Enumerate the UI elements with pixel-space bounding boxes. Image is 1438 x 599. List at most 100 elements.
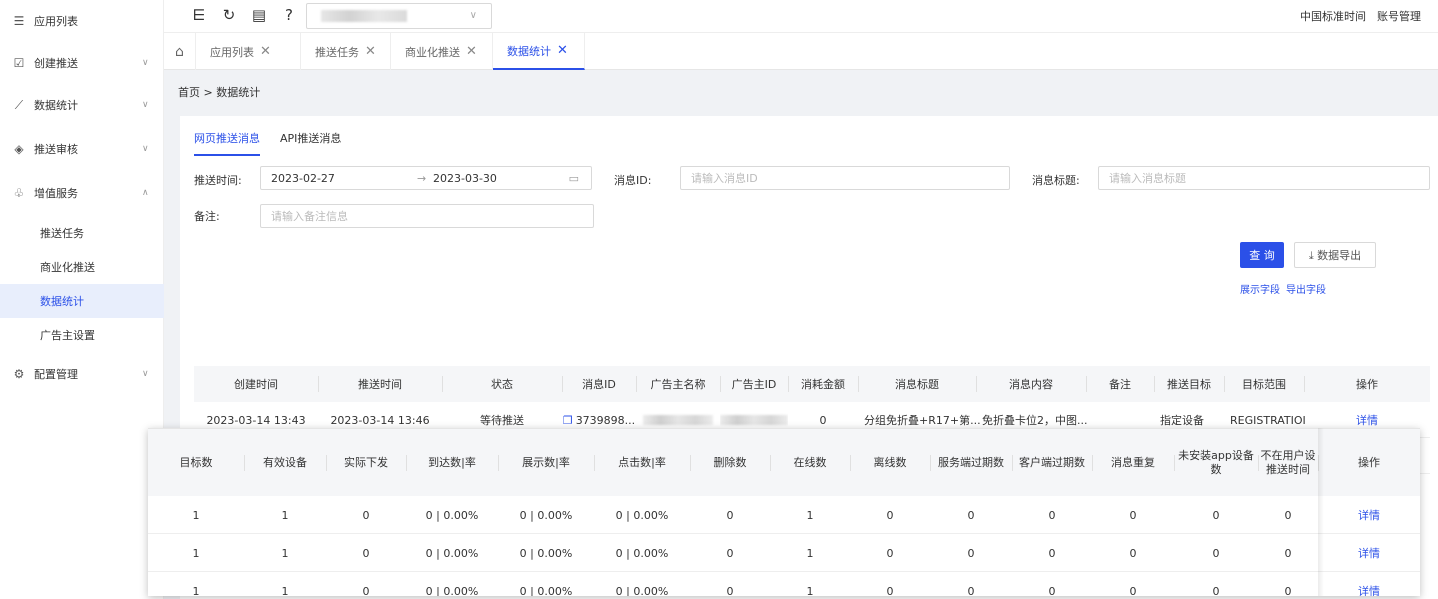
table-cell[interactable]: 详情 bbox=[1318, 572, 1420, 596]
query-button[interactable]: 查 询 bbox=[1240, 242, 1284, 268]
sidebar-subitem[interactable]: 推送任务 bbox=[0, 216, 164, 250]
date-end: 2023-03-30 bbox=[433, 171, 497, 185]
sidebar-item[interactable]: ☰ 应用列表 bbox=[0, 4, 164, 38]
remark-placeholder: 请输入备注信息 bbox=[271, 210, 348, 223]
export-fields-link[interactable]: 导出字段 bbox=[1286, 281, 1326, 296]
date-range-picker[interactable]: 2023-02-27 → 2023-03-30 ▭ bbox=[260, 166, 592, 190]
column-header: 消息标题 bbox=[895, 378, 939, 391]
table-cell: 0 bbox=[362, 546, 370, 560]
table-cell: 0 bbox=[886, 508, 894, 522]
sidebar-item-config[interactable]: ⚙ 配置管理 ∨ bbox=[0, 357, 164, 391]
column-divider bbox=[1154, 376, 1155, 392]
sidebar-item-label: 配置管理 bbox=[34, 368, 78, 381]
table-cell[interactable]: 详情 bbox=[1318, 534, 1420, 572]
close-icon[interactable]: ✕ bbox=[557, 43, 568, 58]
upper-table-header: 创建时间 推送时间 状态 消息ID 广告主名称 广告主ID 消耗金额 消息标题 消息内容 备注 推送… bbox=[194, 366, 1430, 402]
table-cell: 1 bbox=[192, 508, 200, 522]
tab-2[interactable]: 推送任务 ✕ bbox=[301, 33, 391, 70]
table-cell: 0 bbox=[1129, 508, 1137, 522]
column-header: 删除数 bbox=[713, 456, 747, 469]
column-header: 创建时间 bbox=[234, 378, 278, 391]
app-select[interactable]: ∨ bbox=[306, 3, 492, 29]
column-header: 点击数|率 bbox=[618, 456, 666, 469]
column-header: 到达数|率 bbox=[428, 456, 476, 469]
sidebar-subitem[interactable]: 广告主设置 bbox=[0, 318, 164, 352]
review-icon: ◈ bbox=[14, 142, 24, 156]
table-cell: 0 | 0.00% bbox=[425, 546, 479, 560]
account-management-link[interactable]: 账号管理 bbox=[1377, 8, 1421, 24]
sidebar-item[interactable]: ♧ 增值服务 ∧ bbox=[0, 176, 164, 210]
close-icon[interactable]: ✕ bbox=[260, 44, 271, 59]
column-divider bbox=[858, 376, 859, 392]
table-cell: 0 bbox=[967, 508, 975, 522]
breadcrumb: 首页 > 数据统计 bbox=[178, 86, 261, 99]
table-cell[interactable]: 详情 bbox=[1318, 496, 1420, 534]
refresh-icon[interactable]: ↻ bbox=[220, 6, 238, 24]
column-header: 有效设备 bbox=[263, 456, 307, 469]
table-cell: 0 bbox=[726, 584, 734, 597]
column-divider bbox=[1304, 376, 1305, 392]
table-cell: 0 bbox=[1212, 508, 1220, 522]
sidebar-subitem[interactable]: 商业化推送 bbox=[0, 250, 164, 284]
column-header: 消息内容 bbox=[1009, 378, 1053, 391]
message-id-input[interactable]: 请输入消息ID bbox=[680, 166, 1010, 190]
sidebar-item[interactable]: ⟋ 数据统计 ∨ bbox=[0, 88, 164, 122]
message-id-placeholder: 请输入消息ID bbox=[691, 172, 758, 185]
chevron-down-icon: ∨ bbox=[142, 369, 149, 379]
close-icon[interactable]: ✕ bbox=[365, 44, 376, 59]
table-cell: 0 | 0.00% bbox=[519, 546, 573, 560]
column-header: 消耗金额 bbox=[801, 378, 845, 391]
tab-web-push[interactable]: 网页推送消息 bbox=[194, 130, 260, 156]
column-divider bbox=[930, 455, 931, 471]
tab-4[interactable]: 数据统计 ✕ bbox=[493, 33, 585, 70]
top-bar: ∨ 中国标准时间 账号管理 ⋿ ↻ ▤? bbox=[164, 0, 1438, 32]
help-icon[interactable]: ? bbox=[280, 6, 298, 24]
tab-1[interactable]: 应用列表 ✕ bbox=[196, 33, 301, 70]
tab-label: 商业化推送 bbox=[405, 45, 460, 59]
chevron-down-icon: ∨ bbox=[469, 10, 477, 21]
timezone-label[interactable]: 中国标准时间 bbox=[1300, 8, 1366, 24]
table-cell: 0 | 0.00% bbox=[615, 546, 669, 560]
page-tabs: ⌂ 应用列表 ✕ 推送任务 ✕ 商业化推送 ✕ 数据统计 ✕ bbox=[164, 32, 1438, 70]
table-cell: 0 bbox=[1284, 584, 1292, 597]
table-cell: 0 | 0.00% bbox=[615, 508, 669, 522]
table-cell: 1 bbox=[806, 584, 814, 597]
message-id: 3739898... bbox=[575, 413, 636, 427]
document-icon[interactable]: ▤ bbox=[250, 6, 268, 24]
copy-icon[interactable]: ❐ bbox=[563, 414, 573, 427]
table-row: 1 1 0 0 | 0.00% 0 | 0.00% 0 | 0.00% 0 1 0 0 0 0 0 0 详情 bbox=[148, 496, 1420, 534]
table-cell: 0 | 0.00% bbox=[425, 508, 479, 522]
sidebar-item-label: 数据统计 bbox=[34, 99, 78, 112]
tab-3[interactable]: 商业化推送 ✕ bbox=[391, 33, 493, 70]
column-divider bbox=[770, 455, 771, 471]
menu-fold-icon[interactable]: ⋿ bbox=[190, 6, 208, 24]
redacted-value bbox=[720, 415, 788, 425]
sidebar-subitem[interactable]: 数据统计 bbox=[0, 284, 164, 318]
remark-input[interactable]: 请输入备注信息 bbox=[260, 204, 594, 228]
table-cell: 0 bbox=[886, 546, 894, 560]
home-icon[interactable]: ⌂ bbox=[164, 33, 196, 70]
table-cell: 0 bbox=[362, 584, 370, 597]
column-divider bbox=[1174, 455, 1175, 471]
message-title-input[interactable]: 请输入消息标题 bbox=[1098, 166, 1430, 190]
column-header: 不在用户设推送时间 bbox=[1260, 449, 1316, 476]
tab-label: 应用列表 bbox=[210, 45, 254, 59]
stats-detail-table: 目标数 有效设备 实际下发 到达数|率 展示数|率 点击数|率 删除数 在线数 离线数 服务端过期… bbox=[148, 428, 1420, 596]
message-title-placeholder: 请输入消息标题 bbox=[1109, 172, 1186, 185]
sidebar-item[interactable]: ◈ 推送审核 ∨ bbox=[0, 132, 164, 166]
export-data-button[interactable]: ⤓ 数据导出 bbox=[1294, 242, 1376, 268]
chevron-down-icon: ∨ bbox=[142, 100, 149, 110]
column-header: 推送目标 bbox=[1167, 378, 1211, 391]
column-header: 客户端过期数 bbox=[1019, 456, 1085, 469]
column-header: 广告主ID bbox=[731, 378, 777, 391]
table-cell: 0 bbox=[967, 546, 975, 560]
close-icon[interactable]: ✕ bbox=[466, 44, 477, 59]
table-cell: 0 | 0.00% bbox=[425, 584, 479, 597]
sidebar-item[interactable]: ☑ 创建推送 ∨ bbox=[0, 46, 164, 80]
show-fields-link[interactable]: 展示字段 bbox=[1240, 281, 1280, 296]
tab-api-push[interactable]: API推送消息 bbox=[280, 130, 341, 156]
table-cell: 1 bbox=[281, 508, 289, 522]
column-header: 状态 bbox=[491, 378, 513, 391]
sidebar-item-label: 增值服务 bbox=[34, 187, 78, 200]
chevron-down-icon: ∨ bbox=[142, 144, 149, 154]
